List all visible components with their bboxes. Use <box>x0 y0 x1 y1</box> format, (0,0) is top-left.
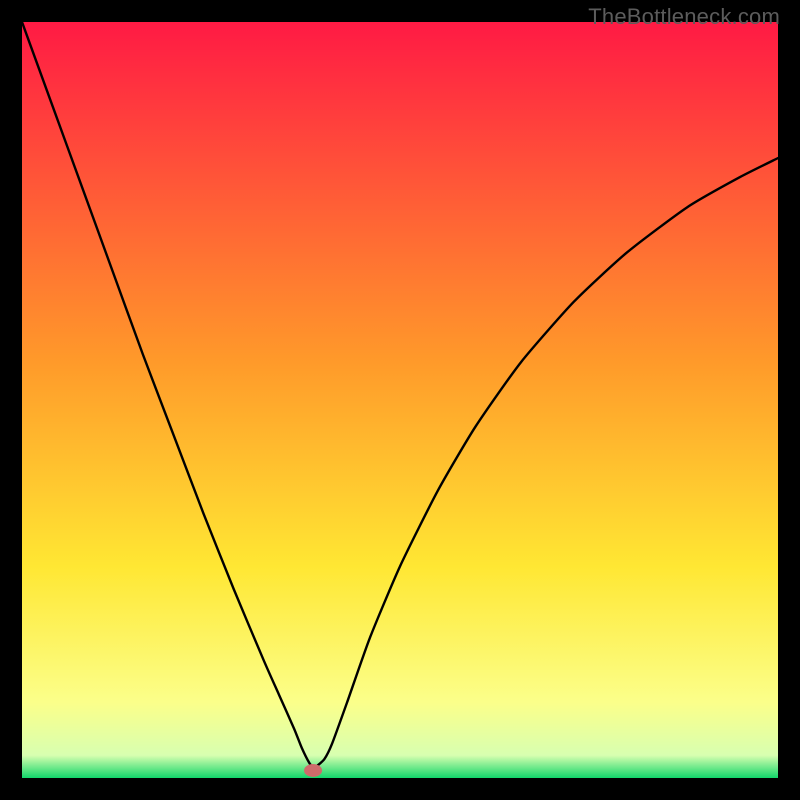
optimum-marker <box>304 764 322 777</box>
chart-frame: TheBottleneck.com <box>0 0 800 800</box>
plot-area <box>22 22 778 778</box>
watermark-text: TheBottleneck.com <box>588 4 780 30</box>
gradient-background <box>22 22 778 778</box>
chart-svg <box>22 22 778 778</box>
